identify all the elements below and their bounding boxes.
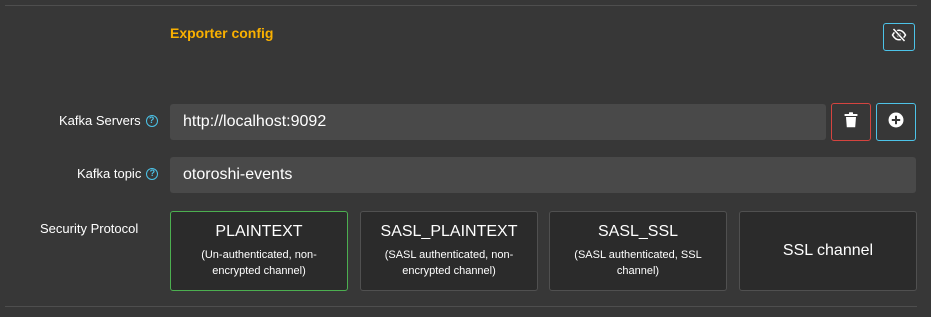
- protocol-name: SSL channel: [782, 242, 874, 259]
- kafka-topic-input[interactable]: otoroshi-events: [170, 157, 916, 193]
- protocol-name: SASL_PLAINTEXT: [380, 223, 518, 240]
- hide-section-button[interactable]: [883, 23, 915, 51]
- plus-circle-icon: [888, 112, 904, 133]
- bottom-divider: [5, 306, 917, 307]
- kafka-servers-input[interactable]: http://localhost:9092: [170, 104, 826, 140]
- protocol-option-ssl[interactable]: SSL channel: [739, 211, 917, 291]
- eye-slash-icon: [891, 27, 907, 47]
- protocol-name: PLAINTEXT: [215, 223, 303, 240]
- protocol-description: (SASL authenticated, SSL channel): [574, 249, 702, 277]
- kafka-servers-label: Kafka Servers ?: [59, 113, 158, 128]
- security-protocol-label: Security Protocol: [40, 221, 139, 236]
- kafka-servers-label-text: Kafka Servers: [59, 113, 141, 128]
- section-title: Exporter config: [170, 25, 274, 41]
- protocol-option-plaintext[interactable]: PLAINTEXT (Un-authenticated, non-encrypt…: [170, 211, 348, 291]
- trash-icon: [844, 111, 858, 133]
- help-icon[interactable]: ?: [145, 114, 158, 127]
- protocol-description: (SASL authenticated, non-encrypted chann…: [384, 249, 514, 277]
- protocol-option-sasl-ssl[interactable]: SASL_SSL (SASL authenticated, SSL channe…: [549, 211, 727, 291]
- delete-server-button[interactable]: [831, 103, 871, 141]
- top-divider: [5, 5, 917, 6]
- add-server-button[interactable]: [876, 103, 916, 141]
- kafka-topic-label: Kafka topic ?: [77, 166, 159, 181]
- protocol-description: (Un-authenticated, non-encrypted channel…: [201, 249, 317, 277]
- protocol-option-sasl-plaintext[interactable]: SASL_PLAINTEXT (SASL authenticated, non-…: [360, 211, 538, 291]
- protocol-name: SASL_SSL: [597, 223, 679, 240]
- help-icon[interactable]: ?: [146, 167, 159, 180]
- kafka-topic-label-text: Kafka topic: [77, 166, 142, 181]
